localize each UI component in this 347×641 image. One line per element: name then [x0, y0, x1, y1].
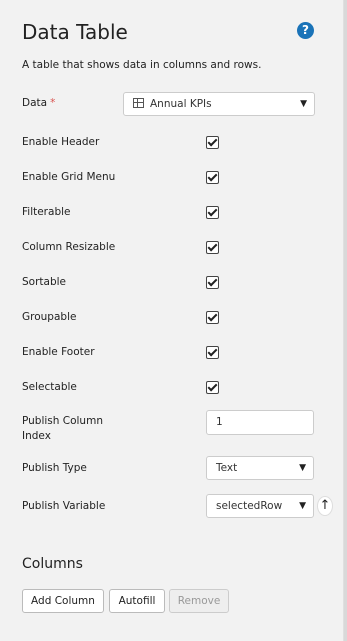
- data-select-value: Annual KPIs: [150, 98, 212, 110]
- checkbox-selectable[interactable]: [206, 381, 219, 394]
- autofill-button[interactable]: Autofill: [109, 589, 165, 613]
- option-label-enable-grid-menu: Enable Grid Menu: [22, 171, 116, 183]
- add-column-button[interactable]: Add Column: [22, 589, 104, 613]
- help-icon[interactable]: ?: [297, 22, 314, 39]
- upload-arrow-icon[interactable]: ↑: [317, 496, 333, 516]
- option-label-filterable: Filterable: [22, 206, 71, 218]
- option-label-groupable: Groupable: [22, 311, 77, 323]
- checkbox-sortable[interactable]: [206, 276, 219, 289]
- table-grid-icon: [133, 98, 144, 108]
- publish-variable-value: selectedRow: [216, 500, 283, 512]
- checkbox-column-resizable[interactable]: [206, 241, 219, 254]
- option-label-column-resizable: Column Resizable: [22, 241, 116, 253]
- publish-column-index-input[interactable]: 1: [206, 410, 314, 435]
- required-marker: *: [50, 97, 56, 109]
- option-label-enable-header: Enable Header: [22, 136, 100, 148]
- properties-panel: Data Table ? A table that shows data in …: [0, 0, 344, 641]
- dropdown-caret-icon: ▼: [300, 99, 307, 109]
- checkbox-groupable[interactable]: [206, 311, 219, 324]
- data-select[interactable]: Annual KPIs ▼: [123, 92, 315, 116]
- publish-type-value: Text: [216, 462, 238, 474]
- publish-variable-label: Publish Variable: [22, 500, 106, 512]
- data-label: Data *: [22, 97, 56, 109]
- publish-type-select[interactable]: Text ▼: [206, 456, 314, 480]
- checkbox-enable-footer[interactable]: [206, 346, 219, 359]
- publish-variable-select[interactable]: selectedRow ▼: [206, 494, 314, 518]
- checkbox-enable-header[interactable]: [206, 136, 219, 149]
- remove-button: Remove: [169, 589, 229, 613]
- panel-title: Data Table: [22, 20, 128, 44]
- dropdown-caret-icon: ▼: [299, 501, 306, 511]
- publish-column-index-label-line1: Publish Column: [22, 415, 103, 427]
- columns-section-title: Columns: [22, 556, 83, 572]
- option-label-sortable: Sortable: [22, 276, 66, 288]
- checkbox-enable-grid-menu[interactable]: [206, 171, 219, 184]
- option-label-selectable: Selectable: [22, 381, 77, 393]
- dropdown-caret-icon: ▼: [299, 463, 306, 473]
- option-label-enable-footer: Enable Footer: [22, 346, 95, 358]
- panel-description: A table that shows data in columns and r…: [22, 59, 262, 71]
- publish-type-label: Publish Type: [22, 462, 87, 474]
- publish-column-index-label-line2: Index: [22, 430, 51, 442]
- checkbox-filterable[interactable]: [206, 206, 219, 219]
